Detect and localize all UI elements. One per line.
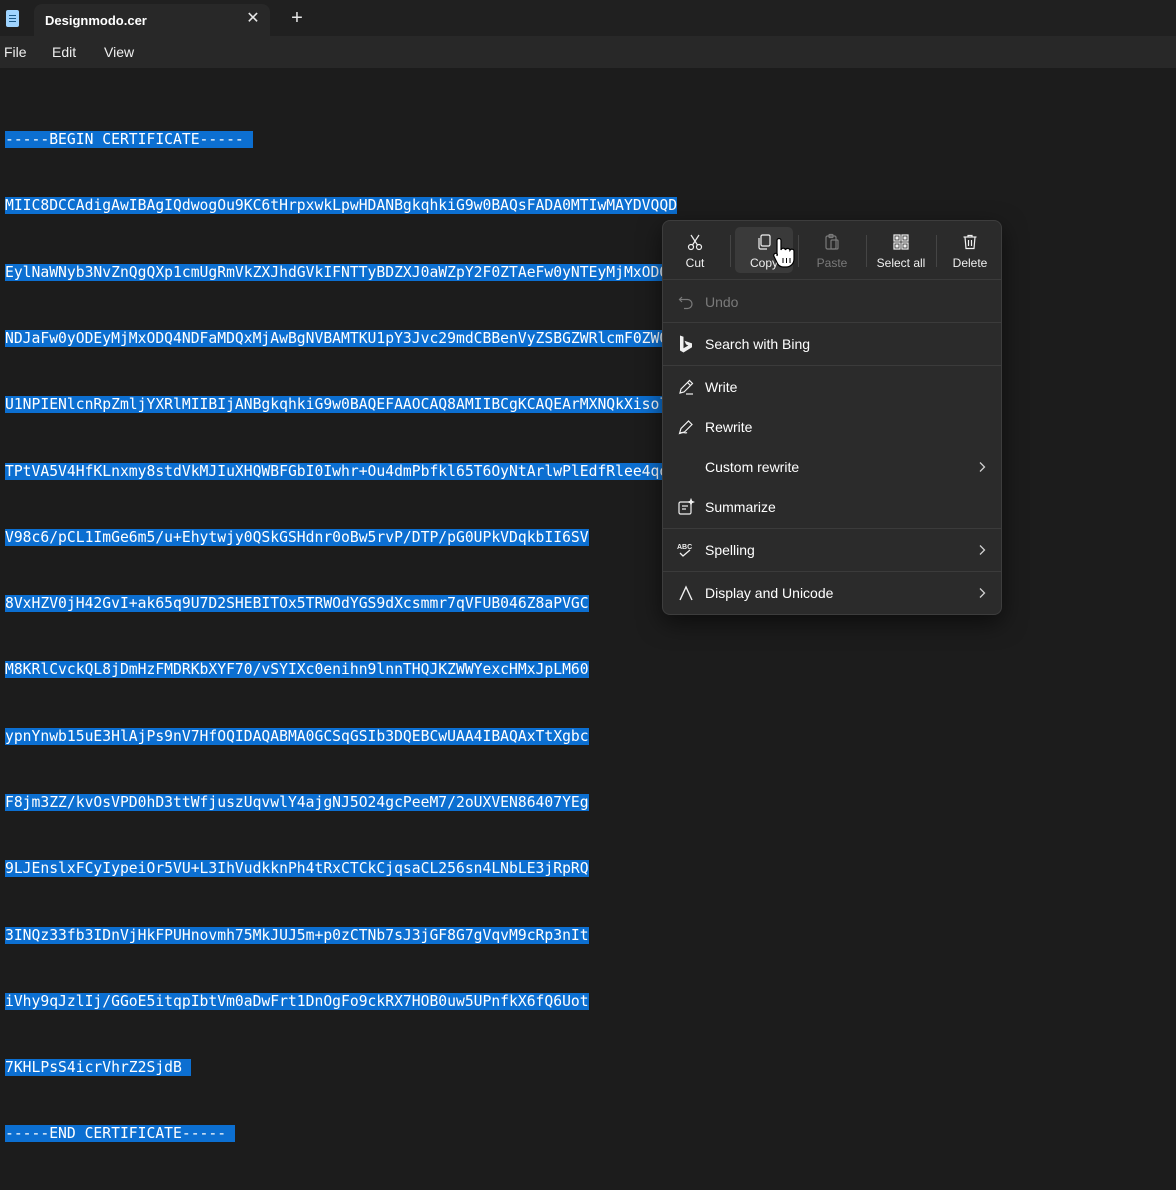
tab-designmodo-cer[interactable]: Designmodo.cer ✕	[34, 4, 270, 36]
quick-actions-bar: Cut Copy Paste Select all Delete	[663, 221, 1001, 279]
text-line: 9LJEnslxFCyIypeiOr5VU+L3IhVudkknPh4tRxCT…	[5, 858, 677, 880]
selected-text: 9LJEnslxFCyIypeiOr5VU+L3IhVudkknPh4tRxCT…	[5, 860, 589, 878]
selected-text: -----END CERTIFICATE-----	[5, 1125, 227, 1143]
scissors-icon	[666, 231, 724, 253]
menu-bar: File Edit View	[0, 36, 1176, 68]
chevron-right-icon	[975, 458, 989, 476]
text-line: 7KHLPsS4icrVhrZ2SjdB	[5, 1057, 677, 1079]
menu-edit[interactable]: Edit	[52, 44, 76, 60]
selected-text: TPtVA5V4HfKLnxmy8stdVkMJIuXHQWBFGbI0Iwhr…	[5, 462, 678, 480]
text-line: iVhy9qJzlIj/GGoE5itqpIbtVm0aDwFrt1DnOgFo…	[5, 991, 677, 1013]
menu-file[interactable]: File	[4, 44, 27, 60]
selected-text: V98c6/pCL1ImGe6m5/u+Ehytwjy0QSkGSHdnr0oB…	[5, 528, 589, 546]
text-line: EylNaWNyb3NvZnQgQXp1cmUgRmVkZXJhdGVkIFNT…	[5, 262, 678, 284]
menu-separator	[663, 279, 1001, 280]
summarize-label: Summarize	[705, 499, 776, 515]
text-line: 3INQz33fb3IDnVjHkFPUHnovmh75MkJUJ5m+p0zC…	[5, 925, 677, 947]
text-line: V98c6/pCL1ImGe6m5/u+Ehytwjy0QSkGSHdnr0oB…	[5, 527, 677, 549]
close-tab-button[interactable]: ✕	[242, 8, 264, 30]
chevron-right-icon	[975, 584, 989, 602]
text-line: MIIC8DCCAdigAwIBAgIQdwogOu9KC6tHrpxwkLpw…	[5, 195, 678, 217]
divider	[730, 235, 731, 267]
trash-icon	[941, 231, 999, 253]
search-with-bing-item[interactable]: Search with Bing	[663, 325, 1001, 363]
selected-text: M8KRlCvckQL8jDmHzFMDRKbXYF70/vSYIXc0enih…	[5, 661, 589, 679]
divider	[936, 235, 937, 267]
display-and-unicode-item[interactable]: Display and Unicode	[663, 574, 1001, 612]
menu-view[interactable]: View	[104, 44, 134, 60]
paste-icon	[803, 231, 861, 253]
spelling-label: Spelling	[705, 542, 755, 558]
select-all-icon	[871, 231, 931, 253]
menu-separator	[663, 365, 1001, 366]
selected-text: ypnYnwb15uE3HlAjPs9nV7HfOQIDAQABMA0GCSqG…	[5, 727, 589, 745]
text-line: M8KRlCvckQL8jDmHzFMDRKbXYF70/vSYIXc0enih…	[5, 659, 677, 681]
custom-rewrite-item[interactable]: Custom rewrite	[663, 448, 1001, 486]
write-item[interactable]: Write	[663, 368, 1001, 406]
select-all-label: Select all	[876, 256, 926, 270]
rewrite-label: Rewrite	[705, 419, 753, 435]
select-all-button[interactable]: Select all	[871, 227, 931, 273]
text-line: U1NPIENlcnRpZmljYXRlMIIBIjANBgkqhkiG9w0B…	[5, 394, 678, 416]
text-line: -----END CERTIFICATE-----	[5, 1123, 677, 1145]
selected-text: 8VxHZV0jH42GvI+ak65q9U7D2SHEBITOx5TRWOdY…	[5, 595, 589, 613]
selected-text: EylNaWNyb3NvZnQgQXp1cmUgRmVkZXJhdGVkIFNT…	[5, 263, 678, 281]
text-line: NDJaFw0yODEyMjMxODQ4NDFaMDQxMjAwBgNVBAMT…	[5, 328, 678, 350]
text-line: F8jm3ZZ/kvOsVPD0hD3ttWfjuszUqvwlY4ajgNJ5…	[5, 792, 677, 814]
selected-text: -----BEGIN CERTIFICATE-----	[5, 131, 244, 149]
text-line: 8VxHZV0jH42GvI+ak65q9U7D2SHEBITOx5TRWOdY…	[5, 593, 677, 615]
selected-text: NDJaFw0yODEyMjMxODQ4NDFaMDQxMjAwBgNVBAMT…	[5, 330, 678, 348]
spelling-item[interactable]: ABC Spelling	[663, 531, 1001, 569]
bing-icon	[677, 335, 695, 353]
summarize-item[interactable]: Summarize	[663, 488, 1001, 526]
search-with-bing-label: Search with Bing	[705, 336, 811, 352]
undo-item[interactable]: Undo	[663, 283, 1001, 321]
text-line: ypnYnwb15uE3HlAjPs9nV7HfOQIDAQABMA0GCSqG…	[5, 726, 677, 748]
write-label: Write	[705, 379, 738, 395]
paste-button[interactable]: Paste	[803, 227, 861, 273]
spelling-icon: ABC	[677, 541, 695, 559]
pen-icon	[677, 418, 695, 436]
selected-text: U1NPIENlcnRpZmljYXRlMIIBIjANBgkqhkiG9w0B…	[5, 396, 678, 414]
divider	[866, 235, 867, 267]
selected-text: 3INQz33fb3IDnVjHkFPUHnovmh75MkJUJ5m+p0zC…	[5, 926, 589, 944]
selected-text: MIIC8DCCAdigAwIBAgIQdwogOu9KC6tHrpxwkLpw…	[5, 197, 678, 215]
summarize-icon	[677, 498, 695, 516]
lambda-icon	[677, 584, 695, 602]
pencil-icon	[677, 378, 695, 396]
menu-separator	[663, 322, 1001, 323]
notepad-icon	[6, 10, 19, 27]
custom-rewrite-label: Custom rewrite	[705, 459, 800, 475]
divider	[798, 235, 799, 267]
paste-label: Paste	[816, 256, 848, 270]
cut-label: Cut	[685, 256, 705, 270]
menu-separator	[663, 528, 1001, 529]
cut-button[interactable]: Cut	[666, 227, 724, 273]
certificate-text[interactable]: -----BEGIN CERTIFICATE----- MIIC8DCCAdig…	[5, 85, 678, 1190]
chevron-right-icon	[975, 541, 989, 559]
selected-text: iVhy9qJzlIj/GGoE5itqpIbtVm0aDwFrt1DnOgFo…	[5, 992, 589, 1010]
new-tab-button[interactable]: +	[286, 7, 308, 29]
text-line: TPtVA5V4HfKLnxmy8stdVkMJIuXHQWBFGbI0Iwhr…	[5, 461, 678, 483]
text-line: -----BEGIN CERTIFICATE-----	[5, 129, 677, 151]
title-bar: Designmodo.cer ✕ +	[0, 0, 1176, 36]
delete-button[interactable]: Delete	[941, 227, 999, 273]
display-and-unicode-label: Display and Unicode	[705, 585, 834, 601]
menu-separator	[663, 571, 1001, 572]
hand-cursor-icon	[772, 236, 796, 270]
delete-label: Delete	[952, 256, 988, 270]
selected-text: F8jm3ZZ/kvOsVPD0hD3ttWfjuszUqvwlY4ajgNJ5…	[5, 794, 589, 811]
undo-icon	[677, 293, 695, 311]
selected-text: 7KHLPsS4icrVhrZ2SjdB	[5, 1059, 182, 1077]
undo-label: Undo	[705, 294, 739, 310]
context-menu: Cut Copy Paste Select all Delete Undo Se…	[662, 220, 1002, 615]
rewrite-item[interactable]: Rewrite	[663, 408, 1001, 446]
tab-title: Designmodo.cer	[45, 13, 147, 28]
